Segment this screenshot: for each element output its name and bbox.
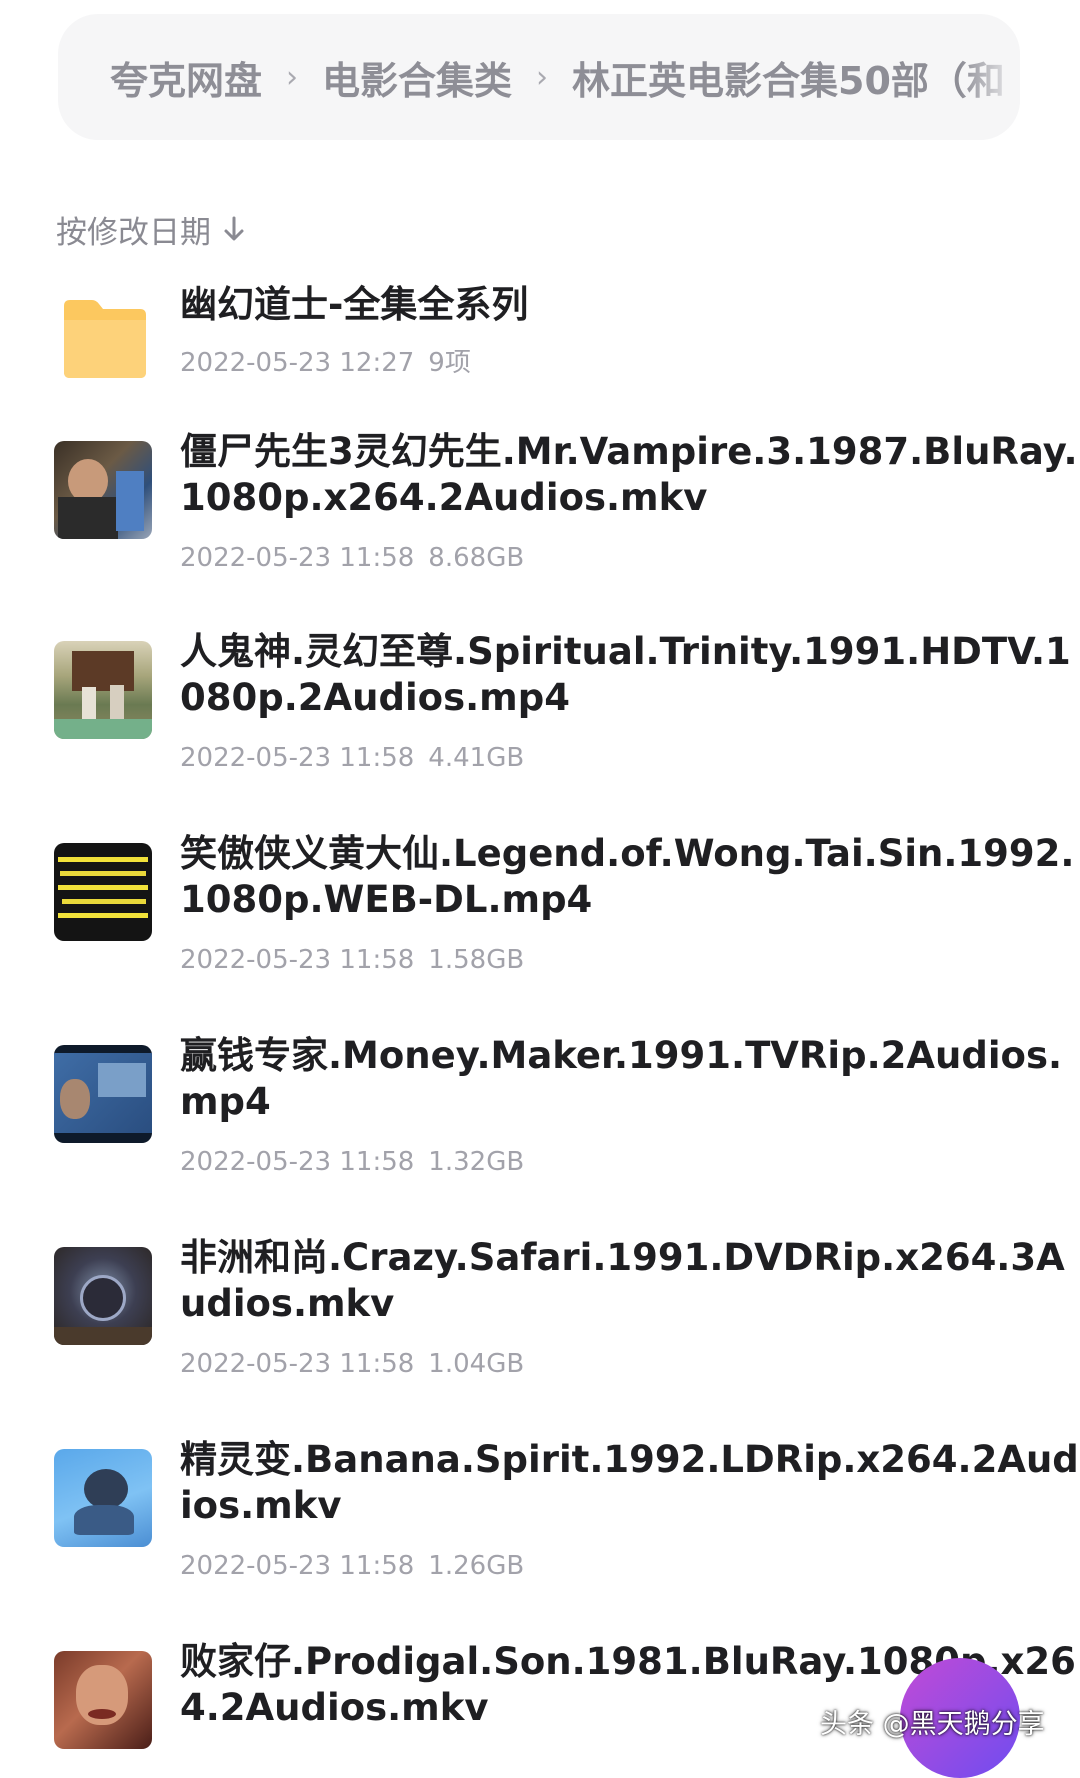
list-item-video[interactable]: 僵尸先生3灵幻先生.Mr.Vampire.3.1987.BluRay.1080p…: [54, 430, 1078, 581]
file-size: 8.68GB: [428, 543, 525, 573]
video-thumbnail: [54, 641, 152, 739]
breadcrumb-item-root[interactable]: 夸克网盘: [110, 50, 262, 105]
file-name: 人鬼神.灵幻至尊.Spiritual.Trinity.1991.HDTV.108…: [180, 630, 1071, 719]
file-date: 2022-05-23 11:58: [180, 945, 415, 975]
breadcrumb: 夸克网盘 › 电影合集类 › 林正英电影合集50部（和: [58, 14, 1020, 140]
watermark-text: 头条 @黑天鹅分享: [820, 1709, 1045, 1740]
list-item-video[interactable]: 非洲和尚.Crazy.Safari.1991.DVDRip.x264.3Audi…: [54, 1236, 1065, 1387]
file-meta: 2022-05-23 11:58 1.58GB: [180, 945, 524, 975]
file-meta: 2022-05-23 12:27 9项: [180, 342, 471, 379]
file-count: 9项: [428, 348, 471, 378]
folder-icon: [64, 300, 146, 378]
breadcrumb-fade: [960, 14, 1020, 140]
file-size: 1.32GB: [428, 1147, 525, 1177]
file-date: 2022-05-23 12:27: [180, 348, 415, 378]
list-item-video[interactable]: 笑傲侠义黄大仙.Legend.of.Wong.Tai.Sin.1992.1080…: [54, 832, 1074, 983]
file-meta: 2022-05-23 11:58 1.04GB: [180, 1349, 524, 1379]
chevron-right-icon: ›: [536, 59, 549, 95]
list-item-video[interactable]: 赢钱专家.Money.Maker.1991.TVRip.2Audios.mp4 …: [54, 1034, 1062, 1185]
file-meta: 2022-05-23 11:58 1.32GB: [180, 1147, 524, 1177]
sort-label: 按修改日期: [56, 214, 211, 251]
list-item-folder[interactable]: 幽幻道士-全集全系列 2022-05-23 12:27 9项: [54, 283, 1034, 400]
video-thumbnail: [54, 1045, 152, 1143]
file-size: 1.04GB: [428, 1349, 525, 1379]
file-name: 僵尸先生3灵幻先生.Mr.Vampire.3.1987.BluRay.1080p…: [180, 430, 1078, 519]
file-meta: 2022-05-23 11:58 4.41GB: [180, 743, 524, 773]
file-date: 2022-05-23 11:58: [180, 1349, 415, 1379]
file-size: 4.41GB: [428, 743, 525, 773]
arrow-down-icon: [224, 216, 244, 241]
file-name: 赢钱专家.Money.Maker.1991.TVRip.2Audios.mp4: [180, 1034, 1063, 1123]
chevron-right-icon: ›: [286, 59, 299, 95]
file-meta: 2022-05-23 11:58 8.68GB: [180, 543, 524, 573]
video-thumbnail: [54, 1651, 152, 1749]
file-name: 精灵变.Banana.Spirit.1992.LDRip.x264.2Audio…: [180, 1438, 1079, 1527]
breadcrumb-item-current[interactable]: 林正英电影合集50部（和: [572, 50, 1005, 105]
file-date: 2022-05-23 11:58: [180, 1147, 415, 1177]
list-item-video[interactable]: 精灵变.Banana.Spirit.1992.LDRip.x264.2Audio…: [54, 1438, 1079, 1589]
file-size: 1.26GB: [428, 1551, 525, 1581]
file-name: 幽幻道士-全集全系列: [180, 283, 529, 326]
file-size: 1.58GB: [428, 945, 525, 975]
file-date: 2022-05-23 11:58: [180, 543, 415, 573]
file-name: 笑傲侠义黄大仙.Legend.of.Wong.Tai.Sin.1992.1080…: [180, 832, 1075, 921]
list-item-video[interactable]: 人鬼神.灵幻至尊.Spiritual.Trinity.1991.HDTV.108…: [54, 630, 1071, 781]
file-meta: 2022-05-23 11:58 1.26GB: [180, 1551, 524, 1581]
video-thumbnail: [54, 1449, 152, 1547]
file-date: 2022-05-23 11:58: [180, 1551, 415, 1581]
sort-button[interactable]: 按修改日期: [56, 206, 247, 252]
video-thumbnail: [54, 1247, 152, 1345]
file-name: 非洲和尚.Crazy.Safari.1991.DVDRip.x264.3Audi…: [180, 1236, 1065, 1325]
video-thumbnail: [54, 843, 152, 941]
video-thumbnail: [54, 441, 152, 539]
file-date: 2022-05-23 11:58: [180, 743, 415, 773]
breadcrumb-item-category[interactable]: 电影合集类: [322, 50, 512, 105]
